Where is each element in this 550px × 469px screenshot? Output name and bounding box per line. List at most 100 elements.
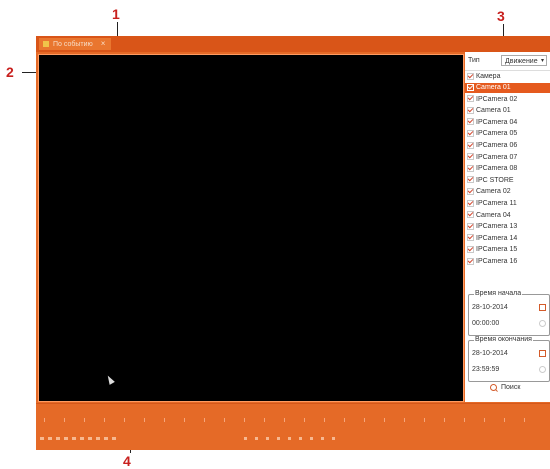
- tool-icon[interactable]: [96, 437, 100, 440]
- clock-icon[interactable]: [539, 320, 546, 327]
- timeline-tick: [244, 418, 245, 422]
- camera-list-item[interactable]: IPCamera 04: [465, 118, 550, 128]
- timeline-tick: [344, 418, 345, 422]
- start-date-value: 28-10-2014: [472, 304, 508, 311]
- camera-list-item[interactable]: IPCamera 08: [465, 164, 550, 174]
- camera-checkbox[interactable]: [467, 222, 474, 230]
- start-time-value: 00:00:00: [472, 320, 500, 327]
- calendar-icon[interactable]: [539, 304, 546, 311]
- end-time-group: Время окончания 28-10-2014 23:59:59: [468, 336, 550, 382]
- tool-icon[interactable]: [112, 437, 116, 440]
- camera-list-item[interactable]: Camera 02: [465, 187, 550, 197]
- camera-list-item[interactable]: Camera 04: [465, 211, 550, 221]
- playback-icon[interactable]: [332, 437, 335, 440]
- timeline-tick: [104, 418, 105, 422]
- camera-list-item[interactable]: IPCamera 05: [465, 129, 550, 139]
- timeline-scale[interactable]: [44, 418, 534, 428]
- clock-icon[interactable]: [539, 366, 546, 373]
- tool-icon[interactable]: [104, 437, 108, 440]
- close-icon[interactable]: ×: [101, 39, 106, 48]
- camera-checkbox[interactable]: [467, 106, 474, 114]
- end-time-value: 23:59:59: [472, 366, 500, 373]
- timeline-tick: [364, 418, 365, 422]
- timeline-tick: [204, 418, 205, 422]
- video-viewport[interactable]: [38, 54, 464, 402]
- camera-checkbox[interactable]: [467, 95, 474, 103]
- playback-icon[interactable]: [255, 437, 258, 440]
- camera-list-item[interactable]: IPC STORE: [465, 176, 550, 186]
- end-time-field[interactable]: 23:59:59: [472, 365, 546, 374]
- camera-list-item[interactable]: IPCamera 13: [465, 222, 550, 232]
- camera-checkbox[interactable]: [467, 153, 474, 161]
- camera-list-item[interactable]: Camera 01: [465, 106, 550, 116]
- end-date-field[interactable]: 28-10-2014: [472, 349, 546, 358]
- camera-checkbox[interactable]: [467, 176, 474, 184]
- start-time-group: Время начала 28-10-2014 00:00:00: [468, 290, 550, 336]
- callout-2: 2: [6, 64, 14, 80]
- camera-list-item[interactable]: IPCamera 16: [465, 257, 550, 267]
- camera-checkbox[interactable]: [467, 83, 474, 91]
- camera-list-item[interactable]: IPCamera 06: [465, 141, 550, 151]
- tool-icon[interactable]: [64, 437, 68, 440]
- tool-icon[interactable]: [40, 437, 44, 440]
- camera-name: IPCamera 14: [476, 234, 518, 242]
- start-time-label: Время начала: [474, 290, 523, 297]
- end-time-label: Время окончания: [474, 336, 533, 343]
- tool-icon[interactable]: [80, 437, 84, 440]
- camera-list-item[interactable]: IPCamera 14: [465, 234, 550, 244]
- playback-icon[interactable]: [321, 437, 324, 440]
- timeline-tick: [284, 418, 285, 422]
- select-all-checkbox[interactable]: [467, 72, 474, 80]
- timeline-tick: [424, 418, 425, 422]
- camera-header-row[interactable]: Камера: [465, 72, 550, 82]
- camera-checkbox[interactable]: [467, 141, 474, 149]
- playback-icon[interactable]: [288, 437, 291, 440]
- camera-name: IPCamera 05: [476, 130, 518, 138]
- camera-checkbox[interactable]: [467, 188, 474, 196]
- start-date-field[interactable]: 28-10-2014: [472, 303, 546, 312]
- type-label: Тип: [468, 57, 480, 64]
- timeline-tick: [84, 418, 85, 422]
- playback-icon[interactable]: [299, 437, 302, 440]
- search-label: Поиск: [501, 384, 521, 391]
- camera-list-item[interactable]: IPCamera 02: [465, 95, 550, 105]
- tool-icon[interactable]: [88, 437, 92, 440]
- timeline-tick: [524, 418, 525, 422]
- camera-list-item[interactable]: IPCamera 11: [465, 199, 550, 209]
- timeline-tick: [324, 418, 325, 422]
- tool-icon[interactable]: [72, 437, 76, 440]
- camera-checkbox[interactable]: [467, 164, 474, 172]
- tool-icon[interactable]: [56, 437, 60, 440]
- type-select[interactable]: Движение ▾: [501, 55, 547, 66]
- calendar-icon[interactable]: [539, 350, 546, 357]
- search-button[interactable]: Поиск: [490, 382, 520, 394]
- camera-checkbox[interactable]: [467, 257, 474, 265]
- camera-header: Камера: [476, 73, 501, 80]
- playback-icon[interactable]: [266, 437, 269, 440]
- camera-checkbox[interactable]: [467, 234, 474, 242]
- playback-icon[interactable]: [244, 437, 247, 440]
- playback-icon[interactable]: [310, 437, 313, 440]
- camera-list-item[interactable]: Camera 01: [465, 83, 550, 93]
- camera-tab-icon: [43, 41, 49, 47]
- tool-icon[interactable]: [48, 437, 52, 440]
- timeline-tick: [404, 418, 405, 422]
- camera-checkbox[interactable]: [467, 118, 474, 126]
- camera-list-item[interactable]: IPCamera 07: [465, 153, 550, 163]
- camera-list-item[interactable]: IPCamera 15: [465, 245, 550, 255]
- tab-label: По событию: [53, 41, 93, 48]
- timeline-panel[interactable]: [36, 403, 550, 450]
- title-bar: По событию ×: [36, 36, 550, 52]
- playback-icon[interactable]: [277, 437, 280, 440]
- timeline-tick: [384, 418, 385, 422]
- camera-checkbox[interactable]: [467, 130, 474, 138]
- camera-checkbox[interactable]: [467, 246, 474, 254]
- timeline-tick: [304, 418, 305, 422]
- callout-1: 1: [112, 6, 120, 22]
- mouse-pointer-icon: [105, 374, 115, 385]
- camera-checkbox[interactable]: [467, 199, 474, 207]
- start-time-field[interactable]: 00:00:00: [472, 319, 546, 328]
- camera-checkbox[interactable]: [467, 211, 474, 219]
- camera-name: IPCamera 11: [476, 200, 517, 207]
- tab-by-event[interactable]: По событию ×: [39, 38, 112, 50]
